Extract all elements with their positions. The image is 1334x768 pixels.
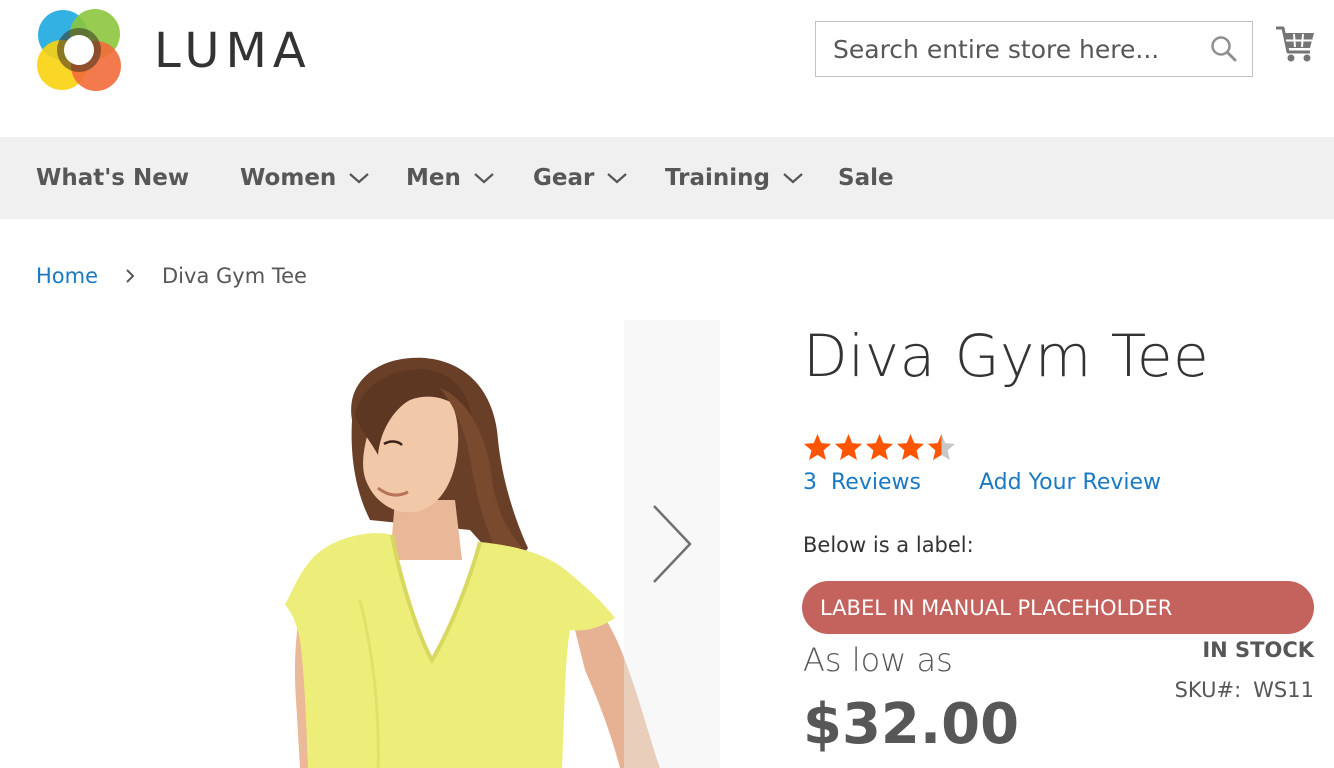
reviews-link[interactable]: 3 Reviews (803, 470, 921, 495)
luma-logo-icon (37, 9, 121, 91)
reviews-count: 3 (803, 470, 817, 495)
nav-item-label: Gear (533, 165, 595, 191)
chevron-right-icon (126, 269, 135, 283)
product-title: Diva Gym Tee (803, 322, 1210, 390)
sku-label: SKU#: (1174, 678, 1242, 702)
breadcrumb-home-link[interactable]: Home (36, 264, 98, 288)
gallery-next-button[interactable] (624, 320, 720, 768)
star-icon (896, 433, 925, 461)
nav-item-label: Training (665, 165, 771, 191)
sku-value: WS11 (1253, 678, 1314, 702)
add-review-link[interactable]: Add Your Review (979, 470, 1161, 495)
nav-item-whats-new[interactable]: What's New (36, 137, 189, 219)
nav-item-women[interactable]: Women (240, 137, 370, 219)
nav-item-sale[interactable]: Sale (838, 137, 894, 219)
nav-item-label: Sale (838, 165, 894, 191)
nav-item-gear[interactable]: Gear (533, 137, 628, 219)
price-prefix: As low as (803, 641, 953, 679)
luma-logo[interactable]: LUMA (36, 6, 336, 96)
nav-item-men[interactable]: Men (406, 137, 495, 219)
star-icon (834, 433, 863, 461)
star-icon (803, 433, 832, 461)
logo-text: LUMA (154, 23, 312, 79)
chevron-down-icon (607, 173, 628, 184)
breadcrumb-current: Diva Gym Tee (162, 264, 307, 288)
star-icon (865, 433, 894, 461)
main-navigation: What's New Women Men Gear Training Sale (0, 137, 1334, 219)
nav-item-label: Women (240, 165, 337, 191)
shopping-cart-icon[interactable] (1274, 22, 1316, 68)
breadcrumb: Home Diva Gym Tee (36, 264, 307, 288)
nav-item-label: What's New (36, 165, 190, 191)
product-sku: SKU#: WS11 (1175, 678, 1314, 702)
product-price: $32.00 (803, 692, 1020, 757)
rating-stars (802, 432, 957, 463)
nav-item-label: Men (406, 165, 461, 191)
search-input[interactable] (816, 22, 1196, 76)
chevron-down-icon (783, 173, 803, 184)
chevron-down-icon (474, 173, 494, 184)
product-label-badge: LABEL IN MANUAL PLACEHOLDER (802, 581, 1314, 634)
stock-status: IN STOCK (1202, 638, 1314, 662)
star-half-icon (927, 433, 956, 461)
chevron-right-icon (653, 505, 692, 583)
search-icon[interactable] (1196, 21, 1252, 77)
reviews-label: Reviews (831, 470, 921, 495)
nav-item-training[interactable]: Training (665, 137, 804, 219)
search-box (815, 21, 1253, 77)
chevron-down-icon (349, 173, 370, 184)
label-caption: Below is a label: (803, 533, 974, 557)
